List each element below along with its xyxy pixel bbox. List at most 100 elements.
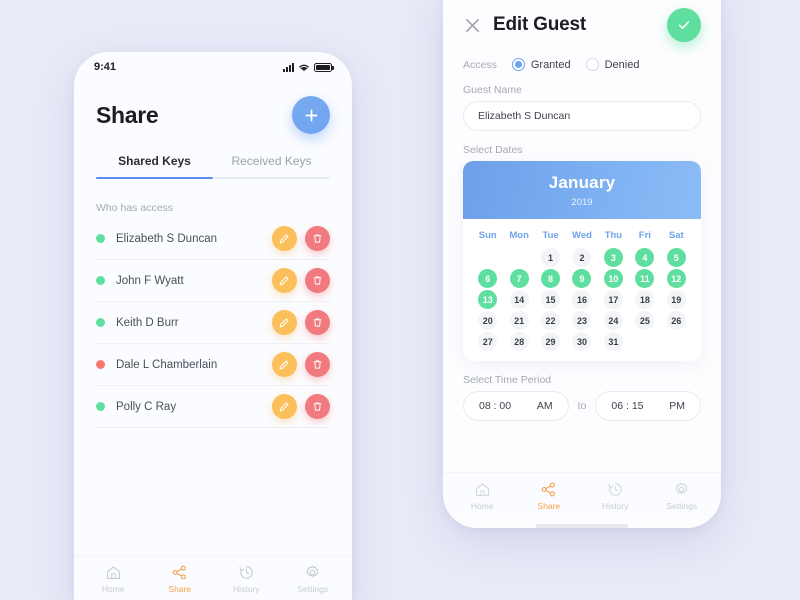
nav-item-settings-label: Settings [666,501,698,511]
radio-denied[interactable]: Denied [585,58,640,71]
person-name: Polly C Ray [116,400,177,413]
calendar-day[interactable]: 23 [572,311,592,330]
end-time-field[interactable]: 06 : 15 PM [595,391,702,421]
share-icon [172,565,187,580]
calendar-day[interactable]: 1 [541,248,561,267]
status-badge [96,234,105,243]
calendar-day[interactable]: 22 [541,311,561,330]
table-row[interactable]: John F Wyatt [96,260,330,302]
calendar-day[interactable]: 9 [572,269,592,288]
person-name: Dale L Chamberlain [116,358,218,371]
table-row[interactable]: Polly C Ray [96,386,330,428]
edit-button[interactable] [272,352,297,377]
add-key-button[interactable] [292,96,330,134]
calendar-day[interactable]: 31 [603,332,623,351]
table-row[interactable]: Dale L Chamberlain [96,344,330,386]
calendar-day[interactable]: 19 [666,290,686,309]
bottom-nav: Home Share History Settings [443,472,721,517]
table-row[interactable]: Elizabeth S Duncan [96,218,330,260]
start-time-field[interactable]: 08 : 00 AM [463,391,569,421]
nav-item-settings-label: Settings [297,584,329,594]
calendar-day[interactable]: 20 [478,311,498,330]
nav-item-history[interactable]: History [582,481,649,511]
time-separator: to [577,400,587,412]
confirm-button[interactable] [667,8,701,42]
delete-button[interactable] [305,352,330,377]
calendar-day[interactable]: 26 [666,311,686,330]
edit-button[interactable] [272,226,297,251]
calendar-day[interactable]: 10 [603,269,623,288]
calendar-day[interactable]: 24 [603,311,623,330]
calendar-day[interactable]: 29 [541,332,561,351]
calendar-day[interactable]: 11 [635,269,655,288]
calendar-day[interactable]: 18 [635,290,655,309]
delete-button[interactable] [305,310,330,335]
nav-item-home[interactable]: Home [80,564,147,594]
delete-button[interactable] [305,268,330,293]
calendar-day[interactable]: 8 [541,269,561,288]
edit-button[interactable] [272,268,297,293]
end-time-meridiem: PM [669,400,686,412]
radio-denied-label: Denied [604,58,640,71]
trash-icon [313,402,322,411]
calendar-day[interactable]: 6 [478,269,498,288]
bottom-nav: Home Share History Settings [74,555,352,600]
calendar-day[interactable]: 15 [541,290,561,309]
calendar-header: January 2019 [463,161,701,219]
table-row[interactable]: Keith D Burr [96,302,330,344]
calendar-day[interactable]: 25 [635,311,655,330]
edit-button[interactable] [272,310,297,335]
trash-icon [313,360,322,369]
weekday-label: Sat [668,230,684,241]
tab-inactive-underline [213,177,330,179]
calendar-day[interactable]: 17 [603,290,623,309]
home-indicator [536,524,628,528]
calendar-day[interactable]: 28 [509,332,529,351]
nav-item-history[interactable]: History [213,564,280,594]
delete-button[interactable] [305,226,330,251]
nav-item-share[interactable]: Share [147,564,214,594]
nav-item-share-label: Share [537,501,561,511]
page-header: Share [74,82,352,140]
calendar-day[interactable]: 7 [509,269,529,288]
calendar-day[interactable]: 16 [572,290,592,309]
calendar-day[interactable]: 3 [603,248,623,267]
calendar-day-empty [510,248,529,267]
nav-item-share[interactable]: Share [516,481,583,511]
trash-icon [313,276,322,285]
radio-granted[interactable]: Granted [511,58,571,71]
edit-guest-header: Edit Guest [443,0,721,46]
guest-name-field[interactable]: Elizabeth S Duncan [463,101,701,131]
calendar-day[interactable]: 21 [509,311,529,330]
nav-item-settings[interactable]: Settings [280,564,347,594]
access-list: Elizabeth S Duncan John F Wyatt Keith D … [74,218,352,428]
row-actions [272,310,330,335]
nav-item-history-label: History [233,584,260,594]
calendar-day[interactable]: 12 [666,269,686,288]
calendar-day[interactable]: 14 [509,290,529,309]
tab-shared-keys-label: Shared Keys [118,154,191,168]
status-badge [96,360,105,369]
delete-button[interactable] [305,394,330,419]
calendar-day[interactable]: 13 [478,290,498,309]
edit-button[interactable] [272,394,297,419]
calendar-day[interactable]: 5 [666,248,686,267]
nav-item-home[interactable]: Home [449,481,516,511]
trash-icon [313,234,322,243]
signal-icon [283,62,294,72]
status-badge [96,318,105,327]
nav-item-home-label: Home [470,501,494,511]
tab-received-keys[interactable]: Received Keys [213,154,330,188]
tab-shared-keys[interactable]: Shared Keys [96,154,213,188]
nav-item-settings[interactable]: Settings [649,481,716,511]
weekday-label: Fri [638,230,651,241]
close-icon[interactable] [463,16,482,35]
phone-notch [151,52,275,72]
settings-icon [675,482,688,495]
calendar-day[interactable]: 27 [478,332,498,351]
calendar-day[interactable]: 4 [635,248,655,267]
calendar-day[interactable]: 30 [572,332,592,351]
select-dates-label: Select Dates [463,144,523,156]
calendar-day[interactable]: 2 [572,248,592,267]
weekday-label: Sun [478,230,497,241]
